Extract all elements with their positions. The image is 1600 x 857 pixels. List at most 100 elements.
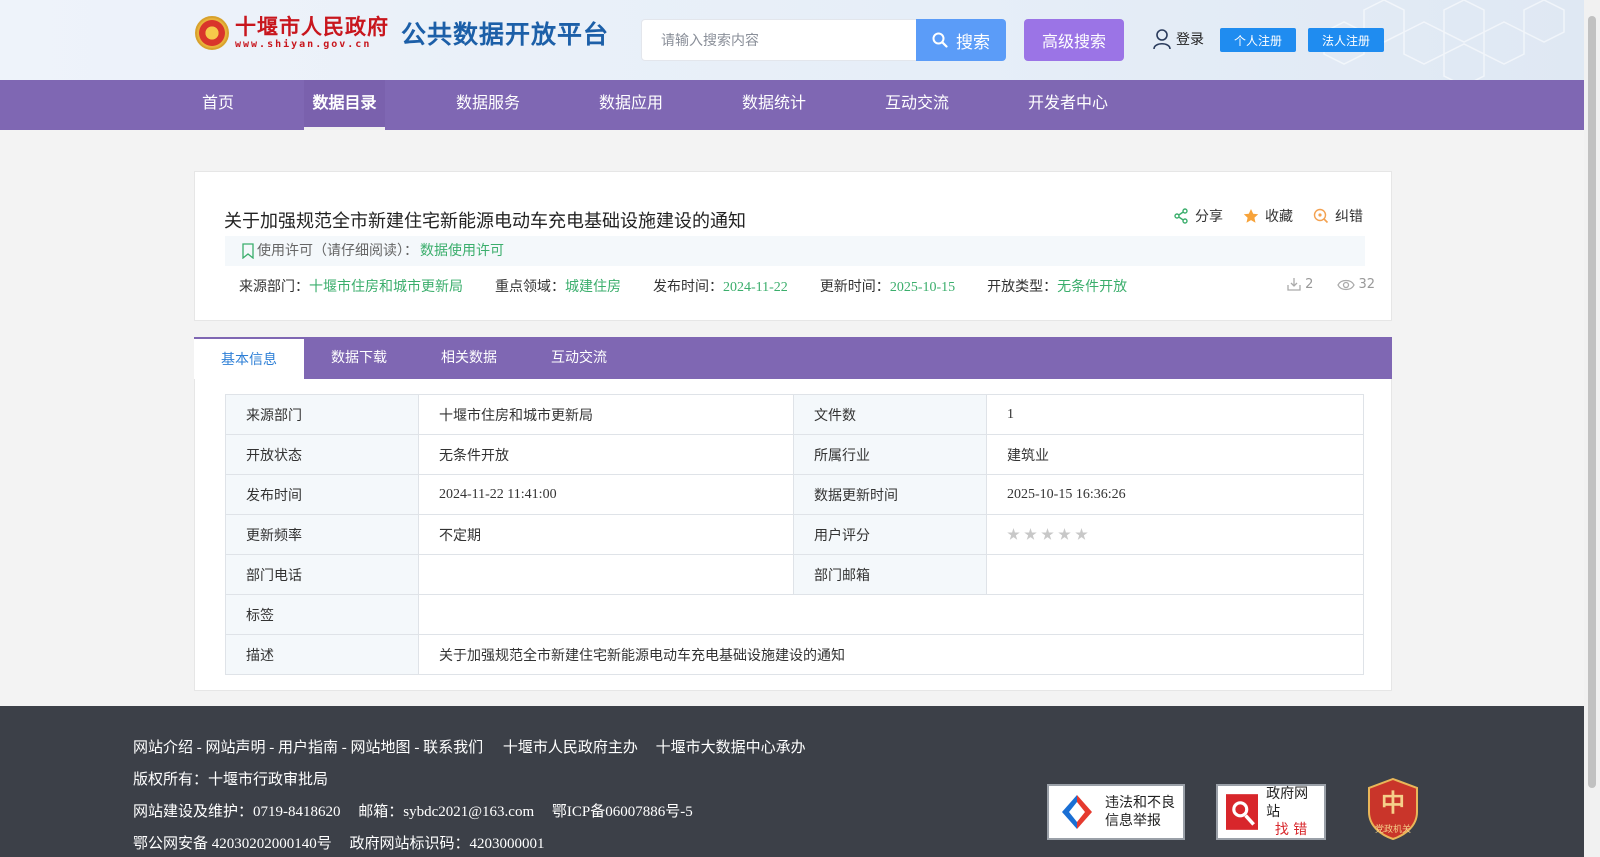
license-link[interactable]: 数据使用许可 — [420, 236, 504, 266]
footer-link-contact[interactable]: 联系我们 — [423, 740, 483, 756]
cell-label: 标签 — [225, 594, 419, 635]
svg-text:中: 中 — [1381, 788, 1405, 817]
share-icon — [1174, 208, 1188, 224]
bookmark-icon — [242, 243, 254, 259]
nav-item-data-service[interactable]: 数据服务 — [453, 80, 523, 130]
footer-link-sitemap[interactable]: 网站地图 — [351, 740, 411, 756]
table-row: 发布时间 2024-11-22 11:41:00 数据更新时间 2025-10-… — [225, 474, 1364, 515]
error-report-icon — [1313, 208, 1329, 224]
tab-related-data[interactable]: 相关数据 — [414, 337, 524, 379]
view-count: 32 — [1337, 276, 1375, 292]
favorite-button[interactable]: 收藏 — [1243, 206, 1293, 226]
user-rating-cell — [986, 514, 1364, 555]
footer-link-guide[interactable]: 用户指南 — [278, 740, 338, 756]
advanced-search-button[interactable]: 高级搜索 — [1024, 19, 1124, 61]
tags-value — [418, 594, 1364, 635]
footer-link-intro[interactable]: 网站介绍 — [133, 740, 193, 756]
download-count-value: 2 — [1305, 276, 1314, 292]
basic-info-table: 来源部门 十堰市住房和城市更新局 文件数 1 开放状态 无条件开放 所属行业 建… — [225, 394, 1364, 675]
tab-basic-info[interactable]: 基本信息 — [194, 337, 304, 379]
license-prefix: 使用许可（请仔细阅读）： — [257, 243, 418, 259]
nav-item-data-statistics[interactable]: 数据统计 — [739, 80, 809, 130]
detail-tabs: 基本信息 数据下载 相关数据 互动交流 — [194, 337, 1392, 379]
footer-host: 十堰市人民政府主办 — [502, 740, 638, 756]
cell-value: 2025-10-15 16:36:26 — [986, 474, 1364, 515]
legal-register-button[interactable]: 法人注册 — [1308, 28, 1384, 52]
dataset-title: 关于加强规范全市新建住宅新能源电动车充电基础设施建设的通知 — [224, 211, 746, 232]
cell-label: 发布时间 — [225, 474, 419, 515]
magnifier-icon — [1226, 794, 1259, 830]
logo-text: 十堰市人民政府 — [235, 14, 389, 39]
table-row: 部门电话 部门邮箱 — [225, 554, 1364, 595]
footer-link-statement[interactable]: 网站声明 — [206, 740, 266, 756]
page-scrollbar[interactable] — [1584, 0, 1600, 857]
table-row: 更新频率 不定期 用户评分 — [225, 514, 1364, 555]
cell-value — [418, 554, 794, 595]
scrollbar-thumb[interactable] — [1588, 16, 1596, 788]
footer-maintenance-line: 网站建设及维护：0719-8418620 邮箱：sybdc2021@163.co… — [133, 800, 707, 821]
illegal-info-report-badge[interactable]: 违法和不良 信息举报 — [1047, 784, 1185, 840]
party-government-badge[interactable]: 中 党政机关 — [1367, 777, 1419, 841]
footer-police-line: 鄂公网安备 42030202000140号 政府网站标识码：4203000001 — [133, 832, 559, 853]
search-input[interactable] — [641, 19, 917, 61]
table-row: 标签 — [225, 594, 1364, 635]
nav-item-interaction[interactable]: 互动交流 — [882, 80, 952, 130]
dataset-counts: 2 32 — [1286, 276, 1375, 292]
meta-publish-value: 2024-11-22 — [723, 280, 788, 295]
report-error-button[interactable]: 纠错 — [1313, 206, 1363, 226]
footer-email: 邮箱：sybdc2021@163.com — [358, 804, 535, 820]
cell-label: 开放状态 — [225, 434, 419, 475]
meta-publish-label: 发布时间： — [653, 279, 723, 295]
main-nav: 首页 数据目录 数据服务 数据应用 数据统计 互动交流 开发者中心 — [0, 80, 1584, 130]
footer-copyright: 版权所有：十堰市行政审批局 — [133, 772, 329, 788]
search-button-label: 搜索 — [956, 32, 990, 52]
cell-value: 十堰市住房和城市更新局 — [418, 394, 794, 435]
login-label: 登录 — [1176, 32, 1204, 48]
cell-label: 更新频率 — [225, 514, 419, 555]
dataset-meta: 来源部门：十堰市住房和城市更新局 重点领域：城建住房 发布时间：2024-11-… — [239, 276, 1159, 296]
nav-item-data-application[interactable]: 数据应用 — [596, 80, 666, 130]
rating-star-icon[interactable] — [1007, 528, 1020, 540]
view-count-value: 32 — [1358, 276, 1375, 292]
meta-source-label: 来源部门： — [239, 279, 309, 295]
footer-police[interactable]: 鄂公网安备 42030202000140号 — [133, 836, 332, 852]
share-button[interactable]: 分享 — [1173, 206, 1223, 226]
gov-site-error-badge[interactable]: 政府网站找 错 — [1216, 784, 1326, 840]
tab-data-download[interactable]: 数据下载 — [304, 337, 414, 379]
rating-star-icon[interactable] — [1058, 528, 1071, 540]
user-rating-stars[interactable] — [1007, 528, 1343, 541]
nav-item-developer-center[interactable]: 开发者中心 — [1025, 80, 1111, 130]
cell-value: 无条件开放 — [418, 434, 794, 475]
tab-interaction[interactable]: 互动交流 — [524, 337, 634, 379]
cell-label: 部门邮箱 — [793, 554, 987, 595]
license-notice: 使用许可（请仔细阅读）： 数据使用许可 — [225, 236, 1365, 266]
meta-open-label: 开放类型： — [987, 279, 1058, 295]
star-icon — [1243, 209, 1259, 223]
cell-label: 来源部门 — [225, 394, 419, 435]
footer-icp[interactable]: 鄂ICP备06007886号-5 — [552, 804, 693, 820]
rating-star-icon[interactable] — [1075, 528, 1088, 540]
meta-update-label: 更新时间： — [819, 279, 890, 295]
cell-label: 数据更新时间 — [793, 474, 987, 515]
footer-links-line: 网站介绍 - 网站声明 - 用户指南 - 网站地图 - 联系我们 十堰市人民政府… — [133, 740, 806, 756]
search-button[interactable]: 搜索 — [916, 19, 1006, 61]
platform-name: 公共数据开放平台 — [401, 20, 610, 49]
table-row: 开放状态 无条件开放 所属行业 建筑业 — [225, 434, 1364, 475]
meta-update-value: 2025-10-15 — [889, 280, 956, 295]
nav-item-data-catalog[interactable]: 数据目录 — [304, 80, 385, 130]
nav-item-home[interactable]: 首页 — [198, 80, 238, 130]
rating-star-icon[interactable] — [1041, 528, 1054, 540]
site-logo[interactable]: 十堰市人民政府 www.shiyan.gov.cn 公共数据开放平台 — [195, 15, 609, 51]
personal-register-button[interactable]: 个人注册 — [1220, 28, 1296, 52]
cell-label: 用户评分 — [793, 514, 987, 555]
favorite-label: 收藏 — [1265, 209, 1293, 225]
share-label: 分享 — [1195, 209, 1223, 225]
rating-star-icon[interactable] — [1024, 528, 1037, 540]
footer: 网站介绍 - 网站声明 - 用户指南 - 网站地图 - 联系我们 十堰市人民政府… — [0, 706, 1584, 857]
footer-site-code: 政府网站标识码：4203000001 — [349, 836, 545, 852]
cell-value: 1 — [986, 394, 1364, 435]
login-link[interactable]: 登录 — [1152, 28, 1204, 50]
cell-value — [986, 554, 1364, 595]
table-row: 来源部门 十堰市住房和城市更新局 文件数 1 — [225, 394, 1364, 435]
description-value: 关于加强规范全市新建住宅新能源电动车充电基础设施建设的通知 — [418, 634, 1364, 675]
